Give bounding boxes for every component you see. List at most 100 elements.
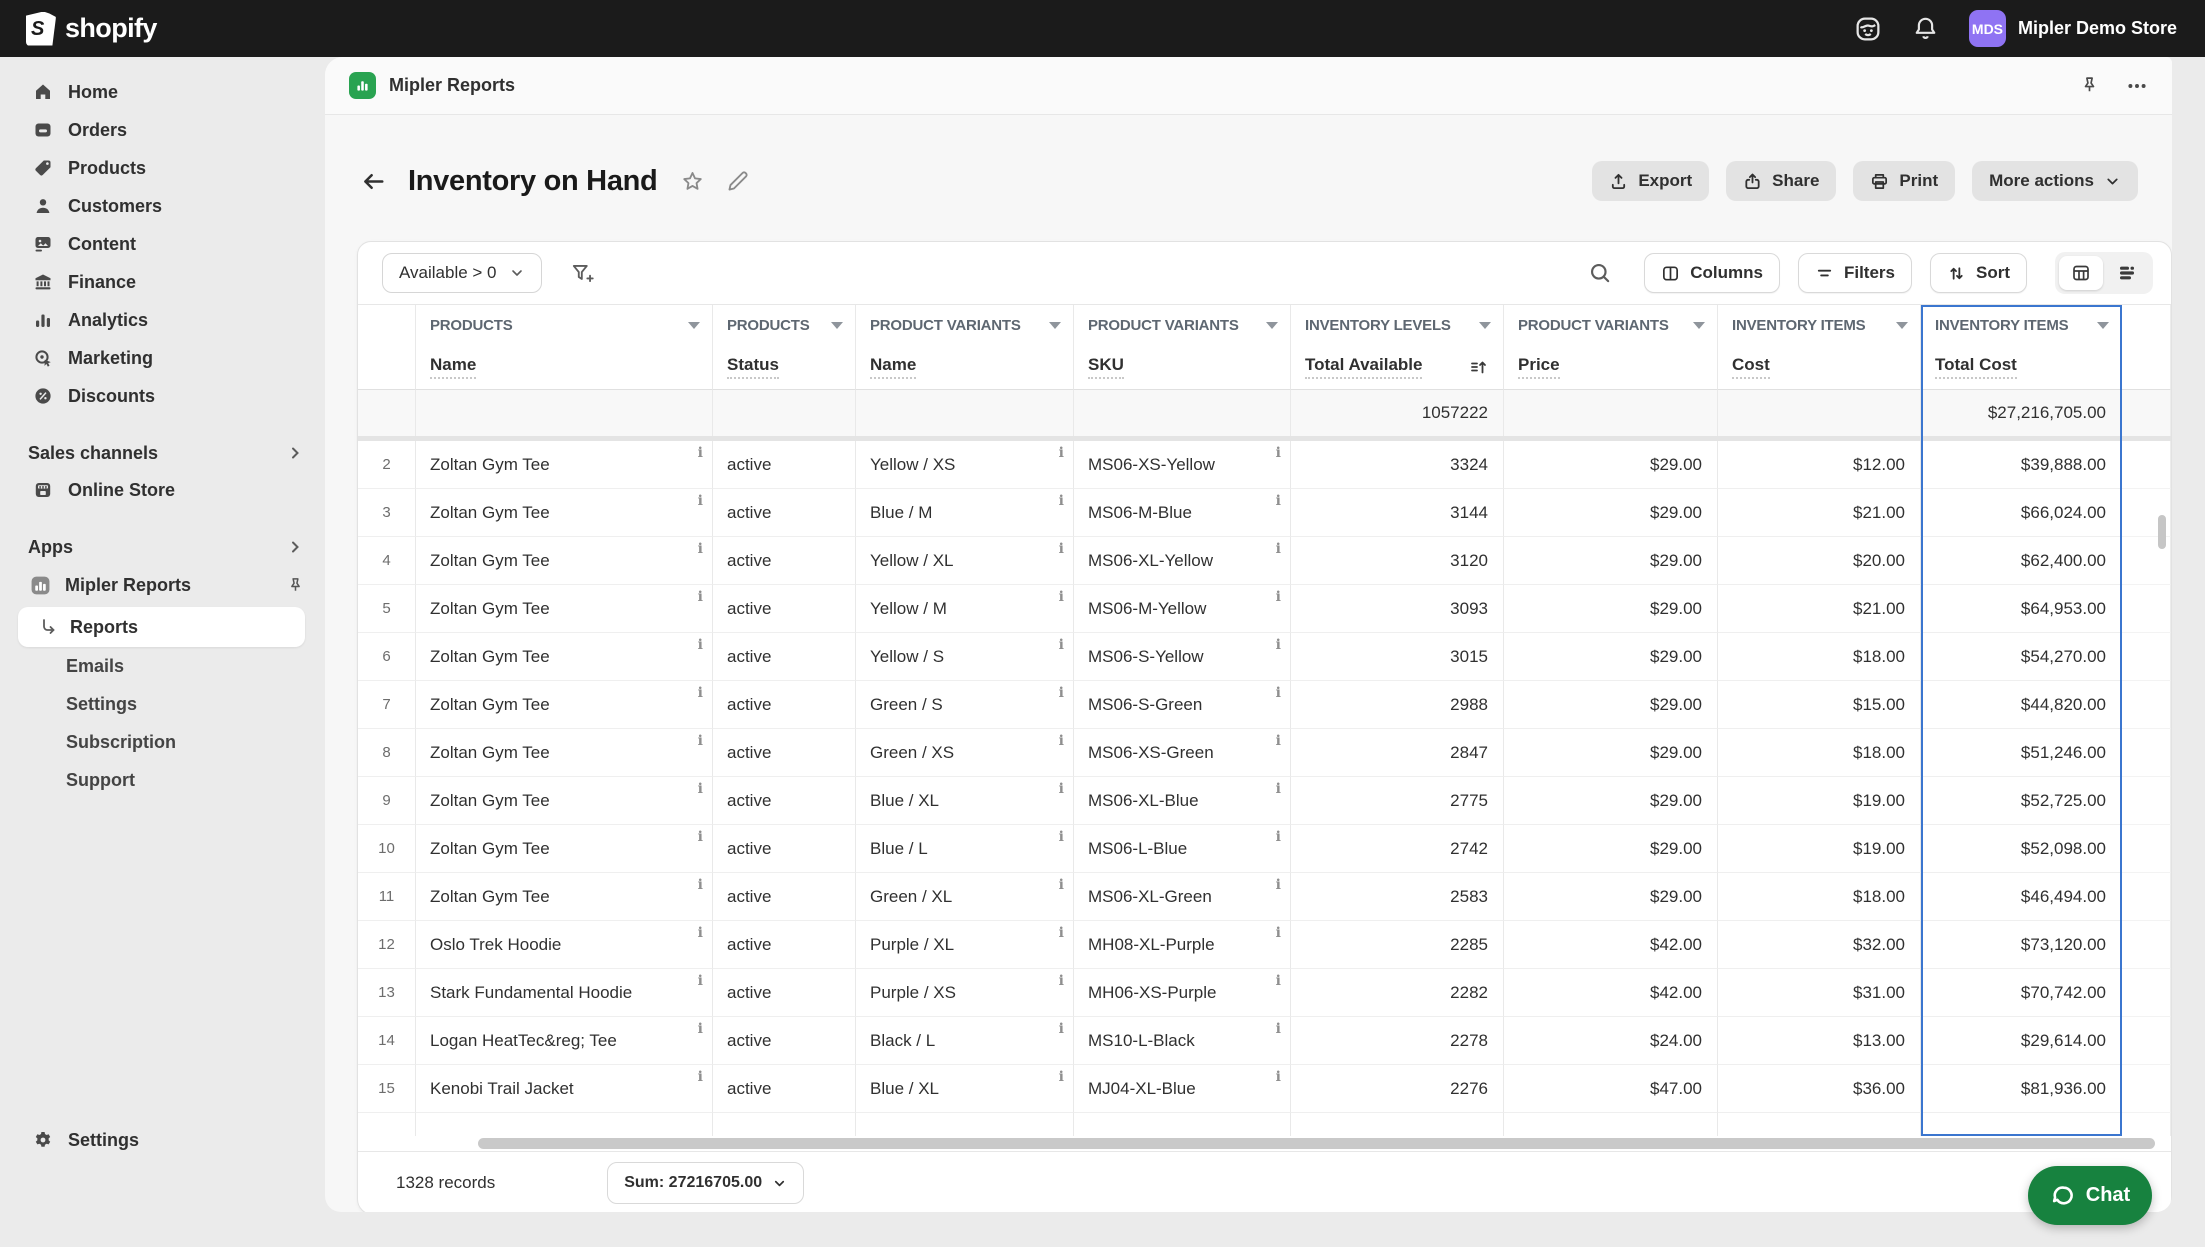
total-available-cell[interactable]: 2742 [1291, 825, 1504, 873]
product-name-cell[interactable]: Kenobi Trail Jacketi [416, 1065, 713, 1113]
info-icon[interactable]: i [698, 638, 703, 652]
table-row[interactable]: 15 Kenobi Trail Jacketi active Blue / XL… [358, 1065, 2171, 1113]
product-name-cell[interactable]: Zoltan Gym Teei [416, 537, 713, 585]
sidebar-item-settings[interactable]: Settings [0, 1121, 325, 1159]
favorite-star-icon[interactable] [681, 170, 704, 193]
info-icon[interactable]: i [698, 878, 703, 892]
sidebar-item-reports-selected[interactable]: Reports [18, 607, 305, 647]
vertical-scrollbar[interactable] [2158, 515, 2166, 549]
info-icon[interactable]: i [698, 1070, 703, 1084]
column-group-menu[interactable]: INVENTORY LEVELS [1291, 305, 1503, 345]
variant-name-cell[interactable]: Green / Si [856, 681, 1074, 729]
cost-cell[interactable]: $15.00 [1718, 681, 1921, 729]
sidebar-item-discounts[interactable]: Discounts [0, 377, 325, 415]
cost-cell[interactable]: $19.00 [1718, 825, 1921, 873]
sidebar-section-sales-channels[interactable]: Sales channels [0, 435, 325, 471]
sort-button[interactable]: Sort [1930, 253, 2027, 293]
product-name-cell[interactable]: Zoltan Gym Teei [416, 681, 713, 729]
status-cell[interactable]: active [713, 441, 856, 489]
filter-chip-available[interactable]: Available > 0 [382, 253, 542, 293]
status-cell[interactable]: active [713, 537, 856, 585]
cost-cell[interactable]: $31.00 [1718, 969, 1921, 1017]
info-icon[interactable]: i [698, 494, 703, 508]
info-icon[interactable]: i [1059, 926, 1064, 940]
total-available-cell[interactable]: 2775 [1291, 777, 1504, 825]
variant-name-cell[interactable]: Purple / XSi [856, 969, 1074, 1017]
sidebar-item-online-store[interactable]: Online Store [0, 471, 325, 509]
filters-button[interactable]: Filters [1798, 253, 1912, 293]
total-available-cell[interactable]: 3120 [1291, 537, 1504, 585]
total-cost-cell[interactable]: $52,725.00 [1921, 777, 2122, 825]
info-icon[interactable]: i [698, 974, 703, 988]
status-cell[interactable]: active [713, 729, 856, 777]
price-cell[interactable]: $47.00 [1504, 1065, 1718, 1113]
status-cell[interactable]: active [713, 969, 856, 1017]
product-name-cell[interactable]: Stark Fundamental Hoodiei [416, 969, 713, 1017]
info-icon[interactable]: i [1059, 638, 1064, 652]
notifications-bell-icon[interactable] [1912, 15, 1939, 42]
info-icon[interactable]: i [698, 926, 703, 940]
chat-button[interactable]: Chat [2028, 1166, 2152, 1225]
column-group-menu[interactable]: PRODUCT VARIANTS [856, 305, 1073, 345]
pin-icon[interactable] [286, 576, 305, 595]
variant-name-cell[interactable]: Yellow / XSi [856, 441, 1074, 489]
info-icon[interactable]: i [1059, 974, 1064, 988]
table-row[interactable]: 14 Logan HeatTec&reg; Teei active Black … [358, 1017, 2171, 1065]
total-cost-cell[interactable]: $70,742.00 [1921, 969, 2122, 1017]
table-row[interactable]: 10 Zoltan Gym Teei active Blue / Li MS06… [358, 825, 2171, 873]
product-name-cell[interactable]: Zoltan Gym Teei [416, 777, 713, 825]
product-name-cell[interactable]: Zoltan Gym Teei [416, 729, 713, 777]
table-row[interactable]: 2 Zoltan Gym Teei active Yellow / XSi MS… [358, 441, 2171, 489]
cost-cell[interactable]: $19.00 [1718, 777, 1921, 825]
cost-cell[interactable]: $18.00 [1718, 633, 1921, 681]
sidebar-item-analytics[interactable]: Analytics [0, 301, 325, 339]
sidekick-assistant-icon[interactable] [1854, 15, 1882, 43]
total-cost-cell[interactable]: $62,400.00 [1921, 537, 2122, 585]
share-button[interactable]: Share [1726, 161, 1836, 201]
variant-name-cell[interactable]: Blue / Mi [856, 489, 1074, 537]
sku-cell[interactable]: MS06-XS-Yellowi [1074, 441, 1291, 489]
back-arrow-icon[interactable] [361, 169, 386, 194]
search-icon[interactable] [1588, 261, 1612, 285]
total-available-cell[interactable]: 2276 [1291, 1065, 1504, 1113]
status-cell[interactable]: active [713, 1017, 856, 1065]
cost-cell[interactable]: $32.00 [1718, 921, 1921, 969]
info-icon[interactable]: i [698, 734, 703, 748]
info-icon[interactable]: i [698, 590, 703, 604]
info-icon[interactable]: i [1059, 446, 1064, 460]
table-row[interactable]: 13 Stark Fundamental Hoodiei active Purp… [358, 969, 2171, 1017]
info-icon[interactable]: i [698, 686, 703, 700]
grouped-view-button[interactable] [2105, 256, 2149, 290]
cost-cell[interactable]: $21.00 [1718, 585, 1921, 633]
cost-cell[interactable]: $21.00 [1718, 489, 1921, 537]
sidebar-item-subscription[interactable]: Subscription [0, 723, 325, 761]
sum-selector[interactable]: Sum: 27216705.00 [607, 1162, 804, 1204]
export-button[interactable]: Export [1592, 161, 1709, 201]
add-filter-funnel-icon[interactable] [570, 261, 596, 285]
price-cell[interactable]: $29.00 [1504, 585, 1718, 633]
table-row[interactable]: 7 Zoltan Gym Teei active Green / Si MS06… [358, 681, 2171, 729]
sku-cell[interactable]: MH08-XL-Purplei [1074, 921, 1291, 969]
sku-cell[interactable]: MS06-S-Greeni [1074, 681, 1291, 729]
info-icon[interactable]: i [1059, 542, 1064, 556]
sidebar-item-content[interactable]: Content [0, 225, 325, 263]
table-row[interactable]: 8 Zoltan Gym Teei active Green / XSi MS0… [358, 729, 2171, 777]
info-icon[interactable]: i [1276, 1022, 1281, 1036]
total-available-cell[interactable]: 3093 [1291, 585, 1504, 633]
table-row[interactable]: 9 Zoltan Gym Teei active Blue / XLi MS06… [358, 777, 2171, 825]
status-cell[interactable]: active [713, 585, 856, 633]
info-icon[interactable]: i [1059, 1070, 1064, 1084]
product-name-cell[interactable]: Zoltan Gym Teei [416, 489, 713, 537]
total-cost-cell[interactable]: $29,614.00 [1921, 1017, 2122, 1065]
info-icon[interactable]: i [1276, 494, 1281, 508]
edit-pencil-icon[interactable] [726, 170, 749, 193]
sidebar-item-support[interactable]: Support [0, 761, 325, 799]
price-cell[interactable]: $29.00 [1504, 489, 1718, 537]
info-icon[interactable]: i [698, 782, 703, 796]
price-cell[interactable]: $29.00 [1504, 633, 1718, 681]
total-available-cell[interactable]: 2847 [1291, 729, 1504, 777]
total-cost-cell[interactable]: $44,820.00 [1921, 681, 2122, 729]
variant-name-cell[interactable]: Black / Li [856, 1017, 1074, 1065]
total-available-cell[interactable]: 3324 [1291, 441, 1504, 489]
variant-name-cell[interactable]: Blue / Li [856, 825, 1074, 873]
